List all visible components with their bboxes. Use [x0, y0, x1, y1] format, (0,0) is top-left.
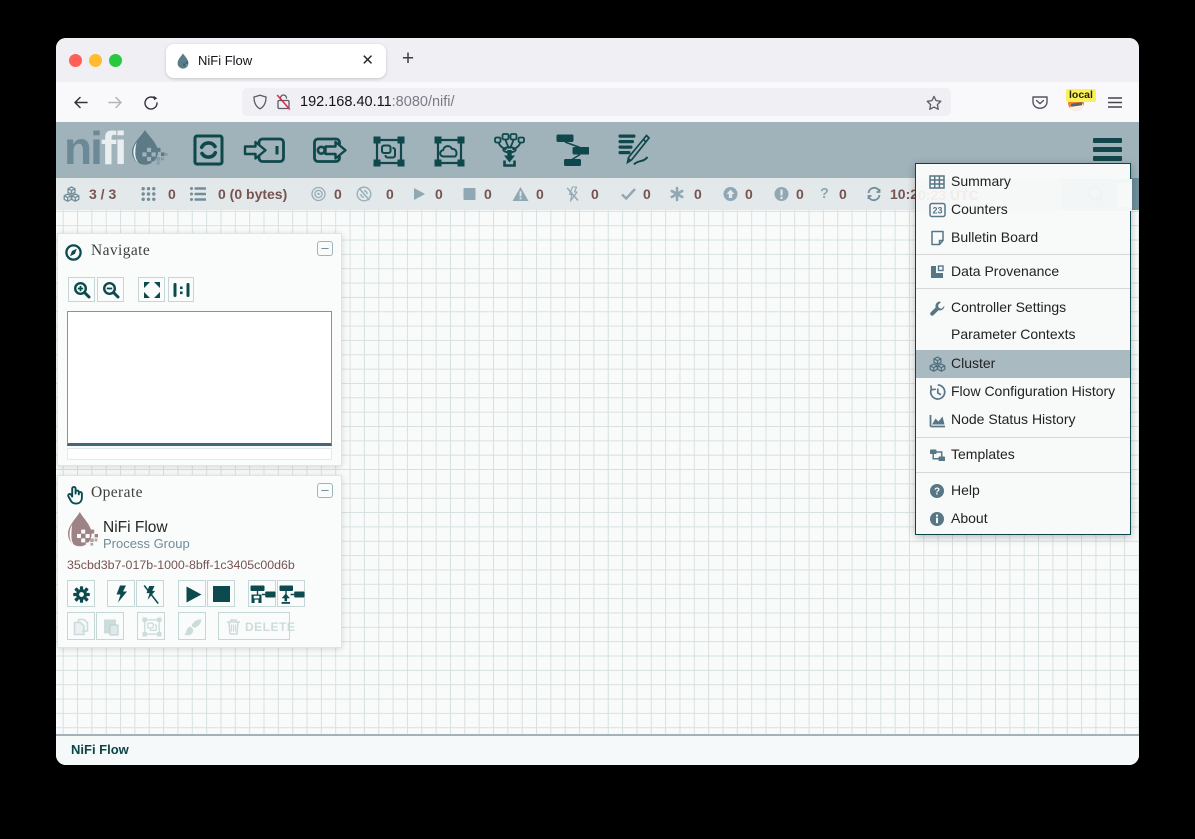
svg-text:?: ?: [934, 487, 940, 498]
svg-text:23: 23: [932, 205, 942, 215]
